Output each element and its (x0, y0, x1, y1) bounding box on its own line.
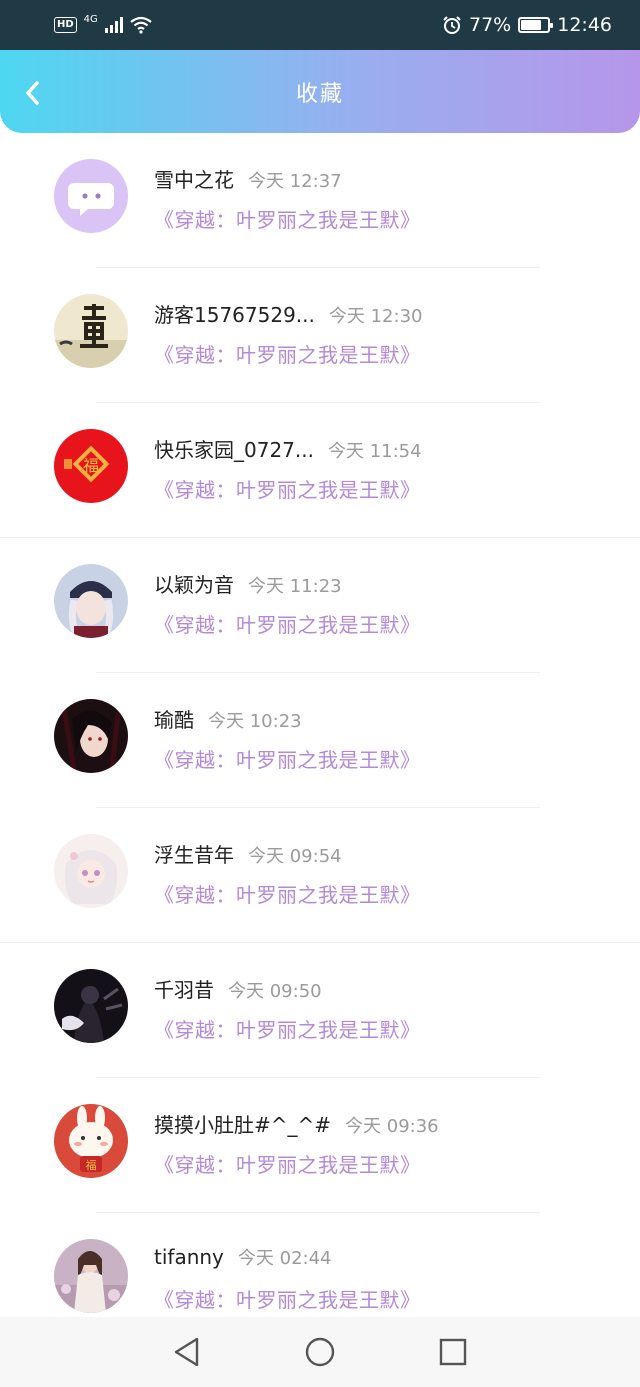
user-name[interactable]: 雪中之花 (154, 168, 234, 192)
photo-avatar[interactable] (54, 1239, 128, 1313)
battery-icon (518, 17, 554, 33)
user-name[interactable]: 快乐家园_0727... (154, 438, 314, 462)
book-title-link[interactable]: 《穿越：叶罗丽之我是王默》 (154, 1149, 421, 1178)
timestamp: 今天 02:44 (237, 1248, 332, 1269)
anime-girl-avatar[interactable] (54, 564, 128, 638)
chevron-left-icon (26, 81, 39, 105)
timestamp: 今天 09:54 (248, 846, 342, 867)
timestamp: 今天 09:36 (345, 1116, 439, 1137)
battery-fill (521, 20, 542, 30)
item-header: 摸摸小肚肚#^_^# 今天 09:36 (154, 1109, 439, 1138)
item-header: 快乐家园_0727... 今天 11:54 (154, 434, 422, 463)
status-left: HD 4G (54, 13, 152, 34)
timestamp: 今天 09:50 (228, 981, 322, 1002)
signal-icon (104, 17, 123, 33)
status-right: 77% 12:46 (442, 14, 612, 36)
list-item[interactable]: 千羽昔 今天 09:50 《穿越：叶罗丽之我是王默》 (0, 943, 640, 1078)
hd-badge: HD (54, 17, 77, 33)
system-nav-bar (0, 1317, 640, 1387)
bunny-avatar[interactable]: 福 (54, 1104, 128, 1178)
alarm-icon (443, 16, 461, 34)
list-item[interactable]: 福 快乐家园_0727... 今天 11:54 《穿越：叶罗丽之我是王默》 (0, 403, 640, 538)
user-name[interactable]: 千羽昔 (154, 978, 214, 1002)
list-item[interactable]: 福 摸摸小肚肚#^_^# 今天 09:36 《穿越：叶罗丽之我是王默》 (0, 1078, 640, 1213)
nav-recents-button[interactable] (433, 1332, 473, 1372)
book-title-link[interactable]: 《穿越：叶罗丽之我是王默》 (154, 1014, 421, 1043)
user-name[interactable]: 摸摸小肚肚#^_^# (154, 1113, 331, 1137)
user-name[interactable]: 浮生昔年 (154, 843, 234, 867)
fu-character-avatar[interactable]: 福 (54, 429, 128, 503)
list-item[interactable]: 浮生昔年 今天 09:54 《穿越：叶罗丽之我是王默》 (0, 808, 640, 943)
svg-text:福: 福 (86, 1158, 97, 1172)
chat-bubble-avatar[interactable] (54, 159, 128, 233)
book-title-link[interactable]: 《穿越：叶罗丽之我是王默》 (154, 339, 421, 368)
dark-hair-avatar[interactable] (54, 699, 128, 773)
pastel-girl-avatar[interactable] (54, 834, 128, 908)
item-header: 瑜酷 今天 10:23 (154, 704, 302, 733)
item-header: 雪中之花 今天 12:37 (154, 164, 342, 193)
item-header: 浮生昔年 今天 09:54 (154, 839, 342, 868)
book-title-link[interactable]: 《穿越：叶罗丽之我是王默》 (154, 204, 421, 233)
network-type: 4G (83, 13, 98, 25)
item-header: tifanny 今天 02:44 (154, 1244, 332, 1270)
item-header: 千羽昔 今天 09:50 (154, 974, 322, 1003)
list-item[interactable]: 瑜酷 今天 10:23 《穿越：叶罗丽之我是王默》 (0, 673, 640, 808)
book-title-link[interactable]: 《穿越：叶罗丽之我是王默》 (154, 744, 421, 773)
user-name[interactable]: 游客15767529... (154, 303, 315, 327)
book-title-link[interactable]: 《穿越：叶罗丽之我是王默》 (154, 609, 421, 638)
timestamp: 今天 12:30 (328, 306, 423, 327)
item-header: 游客15767529... 今天 12:30 (154, 299, 422, 328)
svg-text:福: 福 (83, 456, 99, 475)
user-name[interactable]: 瑜酷 (154, 708, 194, 732)
list-item[interactable]: 以颖为音 今天 11:23 《穿越：叶罗丽之我是王默》 (0, 538, 640, 673)
dark-figure-avatar[interactable] (54, 969, 128, 1043)
item-header: 以颖为音 今天 11:23 (154, 569, 342, 598)
timestamp: 今天 11:54 (327, 441, 422, 462)
home-circle-icon (305, 1337, 335, 1367)
user-name[interactable]: 以颖为音 (154, 573, 234, 597)
timestamp: 今天 11:23 (248, 576, 342, 597)
status-bar: HD 4G 77% 12:46 (0, 0, 640, 50)
wifi-icon (130, 16, 152, 34)
header-bar: 收藏 (0, 50, 640, 133)
calligraphy-avatar[interactable] (54, 294, 128, 368)
book-title-link[interactable]: 《穿越：叶罗丽之我是王默》 (154, 474, 421, 503)
user-name[interactable]: tifanny (154, 1245, 224, 1269)
battery-percent: 77% (469, 14, 512, 36)
list-item[interactable]: 雪中之花 今天 12:37 《穿越：叶罗丽之我是王默》 (0, 133, 640, 268)
timestamp: 今天 10:23 (208, 711, 302, 732)
favorites-list: 雪中之花 今天 12:37 《穿越：叶罗丽之我是王默》 游客15767529... 今天… (0, 133, 640, 1348)
back-button[interactable] (14, 74, 52, 112)
book-title-link[interactable]: 《穿越：叶罗丽之我是王默》 (154, 1284, 421, 1313)
recents-square-icon (440, 1338, 467, 1366)
list-item[interactable]: 游客15767529... 今天 12:30 《穿越：叶罗丽之我是王默》 (0, 268, 640, 403)
book-title-link[interactable]: 《穿越：叶罗丽之我是王默》 (154, 879, 421, 908)
back-triangle-icon (174, 1337, 198, 1367)
status-time: 12:46 (557, 14, 612, 36)
page-title: 收藏 (295, 81, 344, 107)
nav-home-button[interactable] (300, 1332, 340, 1372)
nav-back-button[interactable] (167, 1332, 207, 1372)
timestamp: 今天 12:37 (248, 171, 342, 192)
